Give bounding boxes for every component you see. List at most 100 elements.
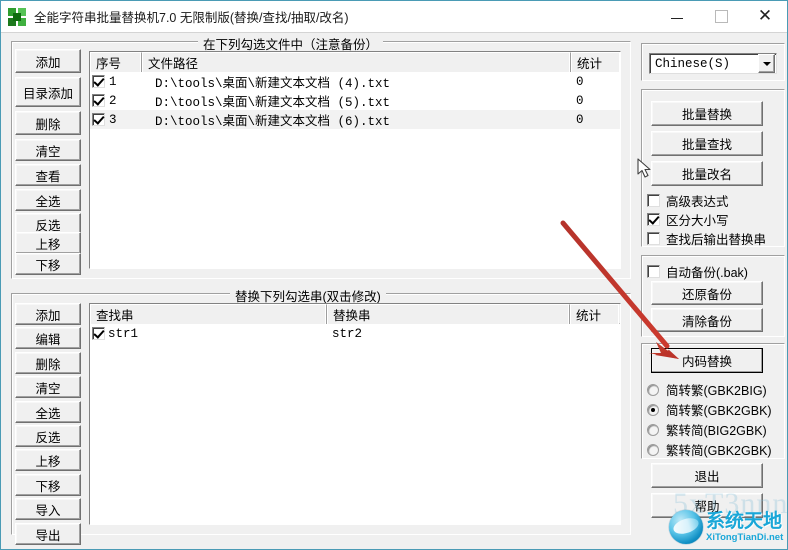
auto-backup-checkbox[interactable]: 自动备份(.bak): [647, 262, 748, 281]
clear-strings-button-label: 清空: [35, 381, 61, 396]
encoding-radio-0[interactable]: 简转繁(GBK2BIG): [647, 380, 767, 399]
batch-replace-label: 批量替换: [681, 108, 732, 122]
encoding-convert-button[interactable]: 内码替换: [651, 348, 763, 373]
string-list[interactable]: 查找串 替换串 统计 str1 str2: [89, 303, 621, 525]
file-row-index: 3: [109, 112, 117, 127]
string-list-body: str1 str2: [90, 324, 620, 343]
move-up-file-button-label: 上移: [35, 237, 61, 252]
string-row-find: str1: [108, 326, 139, 341]
file-col-index[interactable]: 序号: [90, 52, 142, 72]
string-row[interactable]: str1 str2: [90, 324, 620, 343]
close-icon: ✕: [757, 6, 773, 26]
language-selected-value: Chinese(S): [655, 56, 731, 71]
output-replace-string-checkbox[interactable]: 查找后输出替换串: [647, 229, 766, 248]
output-replace-string-label: 查找后输出替换串: [666, 233, 767, 247]
file-row-checkbox[interactable]: [92, 113, 105, 126]
title-bar: 全能字符串批量替换机7.0 无限制版(替换/查找/抽取/改名) ✕: [1, 1, 787, 33]
move-down-string-button[interactable]: 下移: [15, 474, 81, 496]
file-row-count: 0: [576, 93, 584, 108]
invert-selection-strings-button[interactable]: 反选: [15, 425, 81, 447]
clear-strings-button[interactable]: 清空: [15, 376, 81, 398]
file-row-path: D:\tools\桌面\新建文本文档 (5).txt: [155, 96, 391, 110]
select-all-files-button-label: 全选: [35, 194, 61, 209]
add-file-button[interactable]: 添加: [15, 49, 81, 73]
import-strings-button-label: 导入: [35, 503, 61, 518]
file-list[interactable]: 序号 文件路径 统计 1 D:\tools\桌面\新建文本文档 (4).txt 0 2…: [89, 51, 621, 269]
encoding-radio-2[interactable]: 繁转简(BIG2GBK): [647, 420, 767, 439]
file-row-checkbox[interactable]: [92, 94, 105, 107]
batch-find-button[interactable]: 批量查找: [651, 131, 763, 156]
batch-rename-button[interactable]: 批量改名: [651, 161, 763, 186]
window-title: 全能字符串批量替换机7.0 无限制版(替换/查找/抽取/改名): [34, 11, 349, 25]
delete-file-button[interactable]: 删除: [15, 111, 81, 135]
string-row-replace: str2: [332, 326, 363, 341]
string-row-checkbox[interactable]: [92, 327, 105, 340]
encoding-radio-label-1: 简转繁(GBK2GBK): [666, 404, 772, 418]
add-string-button-label: 添加: [35, 308, 61, 323]
import-strings-button[interactable]: 导入: [15, 498, 81, 520]
window-controls: ✕: [655, 1, 787, 33]
select-all-files-button[interactable]: 全选: [15, 189, 81, 211]
chevron-down-icon[interactable]: [758, 54, 775, 73]
encoding-radio-button-2[interactable]: [647, 423, 659, 436]
view-file-button-label: 查看: [35, 169, 61, 184]
move-down-file-button[interactable]: 下移: [15, 253, 81, 275]
exit-label: 退出: [694, 470, 720, 484]
encoding-radio-button-0[interactable]: [647, 383, 659, 396]
clear-backup-label: 清除备份: [681, 314, 732, 329]
move-up-string-button[interactable]: 上移: [15, 449, 81, 471]
invert-selection-files-button-label: 反选: [35, 218, 61, 233]
encoding-radio-1[interactable]: 简转繁(GBK2GBK): [647, 400, 772, 419]
file-row[interactable]: 1 D:\tools\桌面\新建文本文档 (4).txt 0: [90, 72, 620, 91]
file-col-path[interactable]: 文件路径: [142, 52, 571, 72]
clear-files-button[interactable]: 清空: [15, 139, 81, 161]
edit-string-button-label: 编辑: [35, 332, 61, 347]
watermark-logo: 系统天地 XiTongTianDi.net: [669, 506, 787, 548]
auto-backup-label: 自动备份(.bak): [666, 266, 748, 280]
file-row[interactable]: 2 D:\tools\桌面\新建文本文档 (5).txt 0: [90, 91, 620, 110]
file-list-header: 序号 文件路径 统计: [90, 52, 620, 72]
file-col-count[interactable]: 统计: [571, 52, 620, 72]
export-strings-button[interactable]: 导出: [15, 523, 81, 545]
move-up-file-button[interactable]: 上移: [15, 232, 81, 254]
string-col-replace[interactable]: 替换串: [327, 304, 570, 324]
file-row-checkbox[interactable]: [92, 75, 105, 88]
output-replace-string-box[interactable]: [647, 232, 660, 245]
delete-string-button[interactable]: 删除: [15, 352, 81, 374]
edit-string-button[interactable]: 编辑: [15, 327, 81, 349]
file-row-count: 0: [576, 74, 584, 89]
add-folder-button[interactable]: 目录添加: [15, 77, 81, 107]
encoding-radio-3[interactable]: 繁转简(GBK2GBK): [647, 440, 772, 459]
string-col-find[interactable]: 查找串: [90, 304, 327, 324]
batch-rename-label: 批量改名: [681, 168, 732, 182]
delete-string-button-label: 删除: [35, 357, 61, 372]
minimize-button[interactable]: [655, 1, 699, 33]
app-puzzle-icon: [8, 7, 26, 26]
match-case-checkbox[interactable]: 区分大小写: [647, 210, 729, 229]
maximize-button[interactable]: [699, 1, 743, 33]
select-all-strings-button[interactable]: 全选: [15, 401, 81, 423]
delete-file-button-label: 删除: [35, 117, 61, 132]
batch-replace-button[interactable]: 批量替换: [651, 101, 763, 126]
match-case-box[interactable]: [647, 213, 660, 226]
select-all-strings-button-label: 全选: [35, 406, 61, 421]
add-string-button[interactable]: 添加: [15, 303, 81, 325]
close-button[interactable]: ✕: [743, 1, 787, 33]
view-file-button[interactable]: 查看: [15, 164, 81, 186]
string-list-header: 查找串 替换串 统计: [90, 304, 620, 324]
application-window: 全能字符串批量替换机7.0 无限制版(替换/查找/抽取/改名) ✕ 在下列勾选文…: [0, 0, 788, 550]
match-case-label: 区分大小写: [666, 214, 729, 228]
clear-backup-button[interactable]: 清除备份: [651, 308, 763, 332]
auto-backup-box[interactable]: [647, 265, 660, 278]
advanced-expression-checkbox[interactable]: 高级表达式: [647, 191, 729, 210]
advanced-expression-box[interactable]: [647, 194, 660, 207]
move-down-string-button-label: 下移: [35, 479, 61, 494]
encoding-radio-button-1[interactable]: [647, 403, 659, 416]
file-row-index: 2: [109, 93, 117, 108]
restore-backup-button[interactable]: 还原备份: [651, 281, 763, 305]
string-col-count[interactable]: 统计: [570, 304, 619, 324]
language-select[interactable]: Chinese(S): [649, 53, 777, 74]
file-row[interactable]: 3 D:\tools\桌面\新建文本文档 (6).txt 0: [90, 110, 620, 129]
encoding-radio-button-3[interactable]: [647, 443, 659, 456]
exit-button[interactable]: 退出: [651, 463, 763, 488]
